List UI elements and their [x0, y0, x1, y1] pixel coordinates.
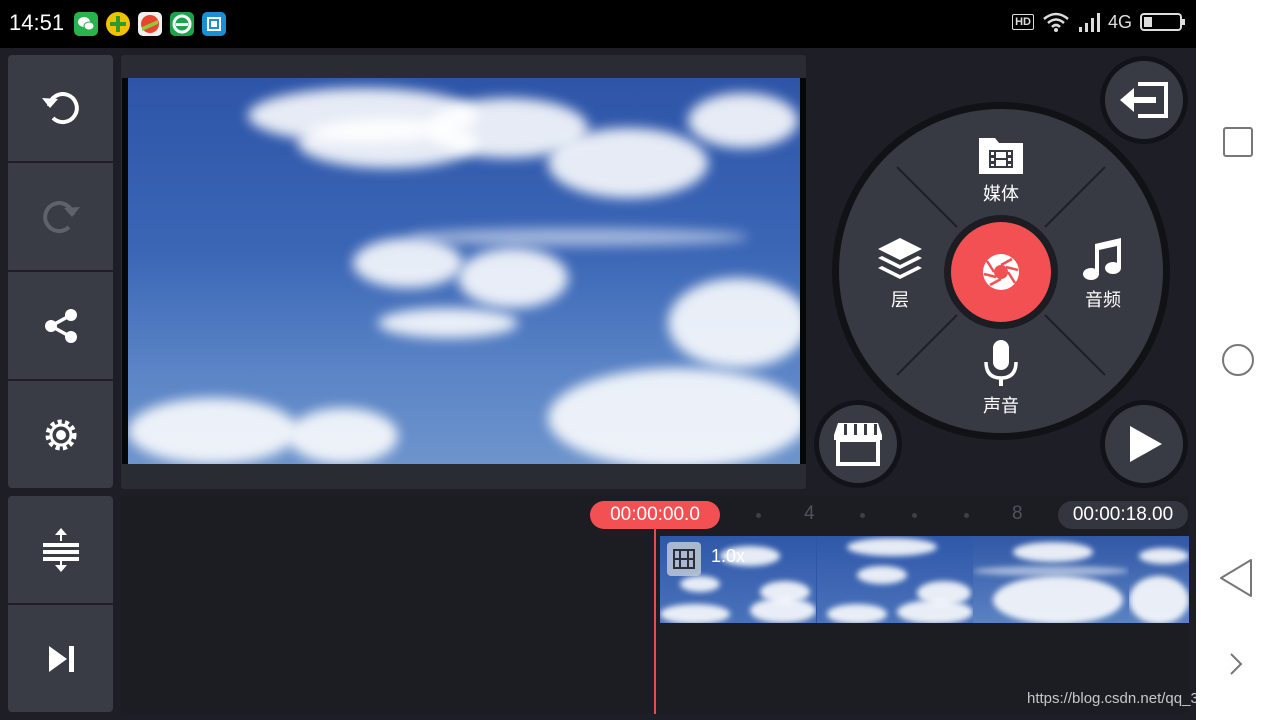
ruler-label-8: 8 — [1012, 503, 1023, 524]
clip-speed-label: 1.0x — [711, 546, 746, 566]
screen-app-icon — [202, 12, 226, 36]
share-button[interactable] — [8, 272, 113, 379]
layer-label: 层 — [891, 290, 909, 311]
gear-icon — [45, 419, 76, 450]
skip-to-end-button[interactable] — [8, 605, 113, 712]
network-type: 4G — [1107, 11, 1132, 32]
ruler-tick — [756, 513, 761, 518]
play-icon — [1130, 426, 1162, 462]
video-clip[interactable]: 1.0x — [660, 536, 1189, 623]
clip-thumbnail — [1129, 536, 1189, 623]
store-icon — [834, 423, 882, 466]
status-time: 14:51 — [9, 10, 65, 35]
audio-label: 音频 — [1085, 290, 1121, 311]
clip-type-badge — [667, 542, 701, 576]
watermark: https://blog.csdn.net/qq_39528482 — [1027, 690, 1258, 707]
ruler-tick — [860, 513, 865, 518]
status-bar: 14:51 HD 4G — [0, 0, 1196, 48]
ie-browser-icon — [170, 12, 194, 36]
redo-button[interactable] — [8, 163, 113, 270]
ruler-tick — [912, 513, 917, 518]
microphone-icon — [984, 340, 1018, 386]
redo-icon — [42, 200, 80, 233]
clip-thumbnail — [973, 536, 1129, 623]
expand-arrow-icon[interactable] — [1228, 652, 1244, 676]
video-preview[interactable] — [122, 78, 806, 464]
clip-thumbnail — [817, 536, 973, 623]
media-menu-item[interactable]: 媒体 — [956, 134, 1046, 206]
play-button[interactable] — [1100, 400, 1188, 488]
playhead[interactable] — [654, 528, 656, 714]
current-time-badge: 00:00:00.0 — [590, 501, 720, 529]
settings-button[interactable] — [8, 381, 113, 488]
audio-menu-item[interactable]: 音频 — [1058, 236, 1148, 312]
undo-icon — [41, 92, 79, 125]
camera-shutter-icon — [983, 254, 1019, 290]
exit-icon — [1120, 82, 1168, 118]
hd-badge: HD — [1012, 14, 1034, 30]
asset-store-button[interactable] — [814, 400, 902, 488]
signal-icon — [1078, 13, 1100, 32]
expand-vertical-icon — [42, 527, 79, 572]
ruler-tick — [964, 513, 969, 518]
plus-app-icon — [106, 12, 130, 36]
media-label: 媒体 — [983, 184, 1019, 205]
recents-icon[interactable] — [1222, 126, 1254, 158]
undo-button[interactable] — [8, 55, 113, 161]
browser-app-icon — [138, 12, 162, 36]
ruler-label-4: 4 — [804, 503, 815, 524]
system-nav-bar — [1196, 0, 1280, 720]
total-duration-badge: 00:00:18.00 — [1058, 501, 1188, 529]
skip-end-icon — [48, 645, 74, 672]
timeline-expand-button[interactable] — [8, 496, 113, 603]
music-note-icon — [1083, 238, 1121, 280]
media-folder-icon — [979, 138, 1023, 174]
exit-project-button[interactable] — [1100, 56, 1188, 144]
share-icon — [44, 308, 77, 343]
home-icon[interactable] — [1220, 342, 1256, 378]
battery-icon — [1140, 13, 1185, 31]
voice-label: 声音 — [983, 396, 1019, 417]
layers-icon — [878, 238, 922, 279]
voice-menu-item[interactable]: 声音 — [956, 338, 1046, 418]
wechat-icon — [74, 12, 98, 36]
back-icon[interactable] — [1218, 558, 1254, 598]
film-icon — [673, 549, 695, 569]
record-capture-button[interactable] — [944, 215, 1058, 329]
sky-frame-image — [128, 78, 800, 464]
layer-menu-item[interactable]: 层 — [855, 236, 945, 312]
wifi-icon — [1043, 12, 1069, 32]
